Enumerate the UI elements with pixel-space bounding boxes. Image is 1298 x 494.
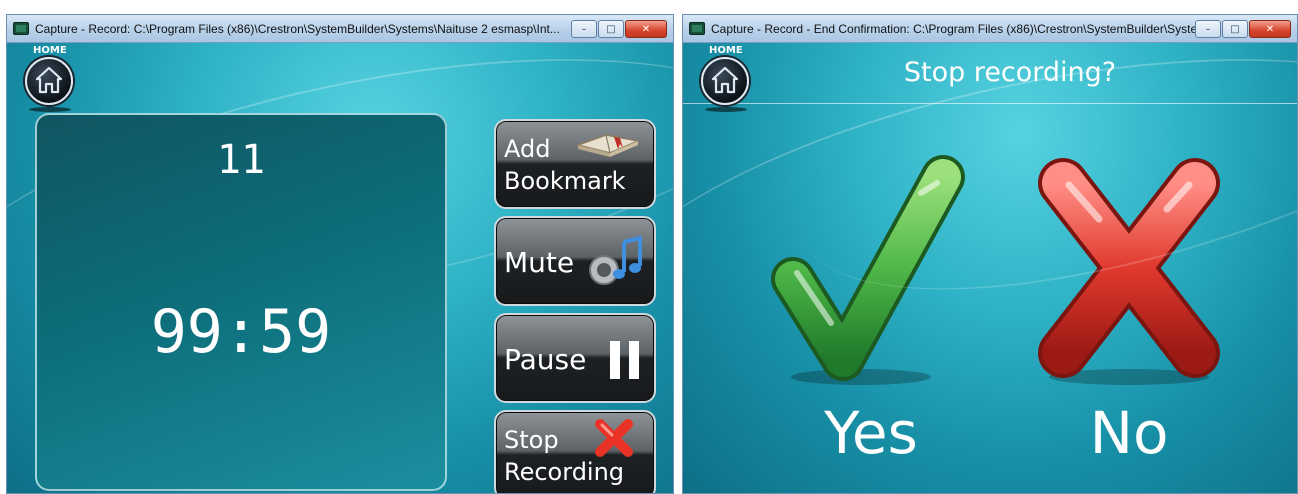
end-confirmation-window: Capture - Record - End Confirmation: C:\… <box>682 14 1298 494</box>
stop-recording-label-line2: Recording <box>504 458 625 486</box>
no-label[interactable]: No <box>1029 399 1229 467</box>
pause-button[interactable]: Pause <box>494 313 656 403</box>
speaker-music-icon <box>589 236 642 285</box>
home-label: HOME <box>33 45 67 56</box>
title-bar[interactable]: Capture - Record: C:\Program Files (x86)… <box>7 15 673 43</box>
record-window: Capture - Record: C:\Program Files (x86)… <box>6 14 674 494</box>
window-controls: – □ ✕ <box>1194 20 1291 38</box>
book-icon <box>575 134 641 157</box>
app-icon <box>689 22 705 35</box>
add-bookmark-button[interactable]: Add Bookmark <box>494 119 656 209</box>
window-title: Capture - Record: C:\Program Files (x86)… <box>35 22 560 36</box>
home-icon <box>35 66 63 94</box>
pause-label: Pause <box>504 343 587 376</box>
stop-recording-button[interactable]: Stop Recording <box>494 410 656 493</box>
yes-label[interactable]: Yes <box>771 399 971 467</box>
yes-button[interactable] <box>771 153 971 393</box>
window-title: Capture - Record - End Confirmation: C:\… <box>711 22 1211 36</box>
minimize-button[interactable]: – <box>571 20 597 38</box>
home-button-shadow <box>705 107 747 112</box>
close-button[interactable]: ✕ <box>625 20 667 38</box>
big-red-x-icon <box>1038 158 1220 385</box>
home-button[interactable] <box>25 57 73 105</box>
green-check-icon <box>771 155 965 385</box>
add-bookmark-label-line2: Bookmark <box>504 167 626 195</box>
red-x-icon <box>595 419 633 457</box>
stop-recording-label-line1: Stop <box>504 426 559 454</box>
maximize-button[interactable]: □ <box>1222 20 1248 38</box>
maximize-button[interactable]: □ <box>598 20 624 38</box>
pause-icon <box>610 341 639 379</box>
home-button[interactable] <box>701 57 749 105</box>
confirmation-panel: HOME Stop recording? Yes No <box>683 43 1297 493</box>
close-button[interactable]: ✕ <box>1249 20 1291 38</box>
title-divider <box>683 103 1297 104</box>
recording-display: 11 99:59 <box>35 113 447 491</box>
mute-label: Mute <box>504 246 575 279</box>
title-bar[interactable]: Capture - Record - End Confirmation: C:\… <box>683 15 1297 43</box>
minimize-button[interactable]: – <box>1195 20 1221 38</box>
mute-button[interactable]: Mute <box>494 216 656 306</box>
recording-counter: 11 <box>216 137 266 183</box>
home-label: HOME <box>709 45 743 56</box>
no-button[interactable] <box>1029 153 1229 393</box>
home-button-shadow <box>29 107 71 112</box>
confirmation-question: Stop recording? <box>903 57 1117 88</box>
app-icon <box>13 22 29 35</box>
record-panel: HOME 11 99:59 Add Bookmark Mute Pause St… <box>7 43 673 493</box>
home-icon <box>711 66 739 94</box>
window-controls: – □ ✕ <box>570 20 667 38</box>
add-bookmark-label-line1: Add <box>504 135 551 163</box>
remaining-time: 99:59 <box>150 297 332 367</box>
